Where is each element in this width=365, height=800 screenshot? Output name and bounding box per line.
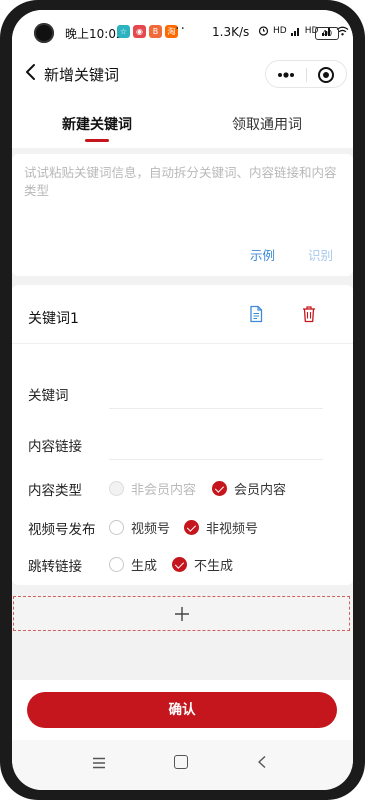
keyword-input[interactable] (109, 373, 323, 407)
recognize-button[interactable]: 识别 (308, 245, 333, 264)
radio-circle (109, 481, 124, 496)
radio-label: 会员内容 (234, 483, 287, 498)
trash-icon[interactable] (301, 305, 317, 323)
more-icon[interactable] (276, 69, 296, 81)
page-title: 新增关键词 (44, 66, 120, 84)
network-speed: 1.3K/s (212, 25, 250, 39)
radio-checked-icon (212, 481, 227, 496)
screen: 晚上10:02 ☆ ◉ B 淘 ·· 1.3K/s HD HD 40 新增关键词 (12, 10, 353, 790)
add-keyword-button[interactable] (13, 596, 350, 631)
keyword-input-underline (109, 408, 323, 409)
confirm-button[interactable]: 确认 (27, 692, 337, 728)
status-time: 晚上10:02 (65, 27, 124, 41)
radio-circle (109, 520, 124, 535)
home-icon[interactable] (174, 755, 188, 769)
app-notification-icon: ☆ (117, 25, 130, 38)
jump-link-label: 跳转链接 (28, 559, 82, 575)
radio-checked-icon (184, 520, 199, 535)
menu-icon[interactable] (92, 757, 106, 769)
content-type-label: 内容类型 (28, 483, 82, 499)
alarm-icon (258, 26, 269, 36)
content-link-label: 内容链接 (28, 439, 82, 455)
signal-icon (290, 27, 299, 36)
app-notification-icon: ◉ (133, 25, 146, 38)
paste-textarea-card[interactable]: 试试粘贴关键词信息，自动拆分关键词、内容链接和内容类型 示例 识别 (12, 154, 353, 276)
radio-non-member-content[interactable]: 非会员内容 (109, 479, 196, 498)
capsule-divider (306, 68, 307, 82)
notification-icons: ☆ ◉ B 淘 (117, 25, 178, 38)
video-publish-label: 视频号发布 (28, 522, 96, 538)
status-bar: 晚上10:02 ☆ ◉ B 淘 ·· 1.3K/s HD HD 40 (12, 10, 353, 48)
radio-label: 非会员内容 (131, 483, 197, 498)
radio-label: 生成 (131, 559, 158, 574)
active-tab-indicator (85, 139, 109, 142)
mini-program-capsule (265, 60, 347, 88)
plus-icon (175, 607, 189, 621)
system-back-icon[interactable] (257, 755, 267, 769)
radio-label: 非视频号 (206, 522, 259, 537)
radio-label: 不生成 (194, 559, 234, 574)
nav-bar: 新增关键词 (12, 48, 353, 96)
content-link-input-underline (109, 459, 323, 460)
back-arrow-icon[interactable] (20, 61, 42, 83)
tab-new-keyword[interactable]: 新建关键词 (62, 114, 132, 134)
radio-checked-icon (172, 557, 187, 572)
keyword-card-title: 关键词1 (28, 311, 79, 327)
system-navigation-bar (12, 740, 353, 790)
phone-frame: 晚上10:02 ☆ ◉ B 淘 ·· 1.3K/s HD HD 40 新增关键词 (0, 0, 365, 800)
document-icon[interactable] (248, 305, 264, 323)
keyword-card: 关键词1 关键词 内容链接 内容类型 非会员内容 会员内容 视频号发布 视频号 … (12, 285, 353, 585)
paste-textarea-placeholder[interactable]: 试试粘贴关键词信息，自动拆分关键词、内容链接和内容类型 (24, 164, 342, 200)
radio-label: 视频号 (131, 522, 171, 537)
front-camera (34, 23, 54, 43)
tab-bar: 新建关键词 领取通用词 (12, 96, 353, 148)
keyword-label: 关键词 (28, 388, 69, 404)
app-notification-icon: B (149, 25, 162, 38)
radio-video-account[interactable]: 视频号 (109, 518, 170, 537)
signal-hd-label: HD (273, 25, 287, 36)
close-target-icon[interactable] (317, 66, 335, 84)
example-link[interactable]: 示例 (250, 245, 275, 264)
battery-icon: 40 (315, 27, 339, 40)
radio-circle (109, 557, 124, 572)
more-notifications-icon: ·· (175, 21, 186, 37)
radio-member-content[interactable]: 会员内容 (212, 479, 286, 498)
bottom-action-bar: 确认 (12, 680, 353, 740)
card-divider (12, 343, 353, 344)
radio-no-generate[interactable]: 不生成 (172, 555, 233, 574)
radio-generate[interactable]: 生成 (109, 555, 157, 574)
content-link-input[interactable] (109, 425, 323, 459)
radio-non-video-account[interactable]: 非视频号 (184, 518, 258, 537)
tab-claim-common-words[interactable]: 领取通用词 (232, 114, 302, 134)
